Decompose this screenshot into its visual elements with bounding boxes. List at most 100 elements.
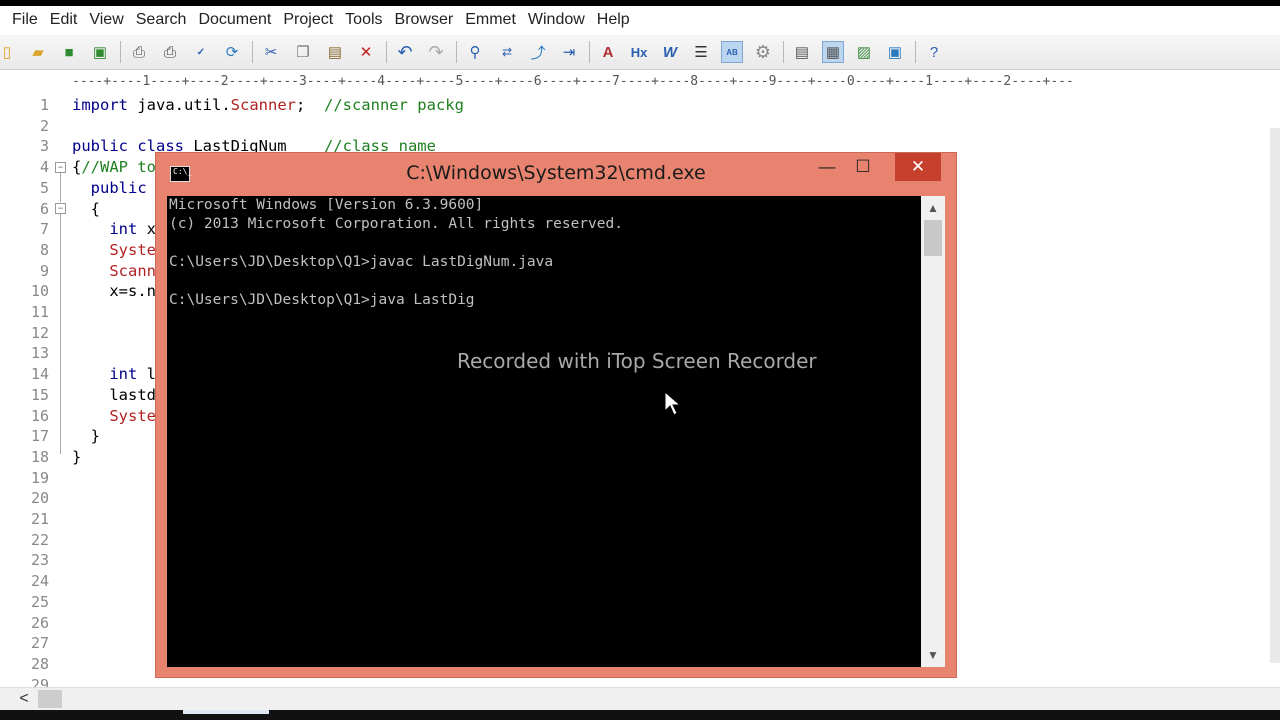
cmd-window[interactable]: C:\_ C:\Windows\System32\cmd.exe — ☐ ✕ M… bbox=[155, 152, 957, 678]
menu-edit[interactable]: Edit bbox=[44, 6, 84, 34]
code-line-1: import java.util.Scanner; //scanner pack… bbox=[72, 96, 464, 114]
toolbar-separator bbox=[915, 41, 916, 63]
line-number: 14 bbox=[30, 365, 49, 384]
cmd-title-bar[interactable]: C:\_ C:\Windows\System32\cmd.exe — ☐ ✕ bbox=[156, 153, 956, 197]
menu-help[interactable]: Help bbox=[591, 6, 636, 34]
hex-icon[interactable]: Hx bbox=[628, 41, 650, 63]
word-wrap-icon[interactable]: W bbox=[659, 41, 681, 63]
undo-icon[interactable]: ↶ bbox=[394, 41, 416, 63]
code-line-15: lastd bbox=[72, 385, 156, 404]
code-line-5: public bbox=[72, 178, 147, 197]
code-line-8: Syste bbox=[72, 240, 156, 259]
maximize-button[interactable]: ☐ bbox=[848, 153, 878, 181]
replace-icon[interactable]: ⇄ bbox=[496, 41, 518, 63]
menu-bar: File Edit View Search Document Project T… bbox=[0, 6, 1280, 34]
layout-icon[interactable]: ▦ bbox=[822, 41, 844, 63]
panel-icon[interactable]: ▤ bbox=[791, 41, 813, 63]
save-all-icon[interactable]: ▣ bbox=[89, 41, 111, 63]
toolbar-separator bbox=[589, 41, 590, 63]
spell-check-icon[interactable]: ✓ bbox=[190, 41, 212, 63]
line-number: 27 bbox=[30, 634, 49, 653]
column-mode-icon[interactable]: AB bbox=[721, 41, 743, 63]
line-number: 12 bbox=[30, 323, 49, 342]
menu-tools[interactable]: Tools bbox=[339, 6, 388, 34]
mouse-pointer-icon bbox=[664, 391, 682, 416]
scroll-down-icon[interactable]: ▼ bbox=[921, 645, 945, 665]
line-number: 6 bbox=[39, 199, 49, 218]
toolbar-separator bbox=[252, 41, 253, 63]
export-icon[interactable]: ▣ bbox=[884, 41, 906, 63]
paste-icon[interactable]: ▤ bbox=[324, 41, 346, 63]
cut-icon[interactable]: ✂ bbox=[260, 41, 282, 63]
line-number: 16 bbox=[30, 406, 49, 425]
line-number: 21 bbox=[30, 510, 49, 528]
line-number: 29 bbox=[30, 675, 49, 687]
line-number: 8 bbox=[39, 240, 49, 259]
line-number: 9 bbox=[39, 261, 49, 280]
close-button[interactable]: ✕ bbox=[895, 153, 941, 181]
fold-toggle-icon[interactable]: − bbox=[55, 162, 66, 173]
indent-icon[interactable]: ⇥ bbox=[558, 41, 580, 63]
menu-view[interactable]: View bbox=[83, 6, 129, 34]
code-line-4: {//WAP to bbox=[72, 158, 156, 177]
find-icon[interactable]: ⚲ bbox=[464, 41, 486, 63]
menu-emmet[interactable]: Emmet bbox=[459, 6, 522, 34]
line-number: 24 bbox=[30, 572, 49, 591]
line-number: 13 bbox=[30, 344, 49, 363]
print-preview-icon[interactable]: ⎙ bbox=[128, 41, 150, 63]
horizontal-scroll-thumb[interactable] bbox=[38, 690, 62, 708]
new-file-icon[interactable]: ▯ bbox=[0, 41, 18, 63]
code-line-17: } bbox=[72, 427, 100, 446]
image-icon[interactable]: ▨ bbox=[853, 41, 875, 63]
line-number: 25 bbox=[30, 592, 49, 611]
help-icon[interactable]: ? bbox=[923, 41, 945, 63]
font-icon[interactable]: A bbox=[597, 41, 619, 63]
menu-browser[interactable]: Browser bbox=[389, 6, 460, 34]
recorder-watermark: Recorded with iTop Screen Recorder bbox=[457, 349, 817, 373]
open-folder-icon[interactable]: ▰ bbox=[27, 41, 49, 63]
scroll-left-icon[interactable]: < bbox=[10, 688, 38, 710]
line-number: 15 bbox=[30, 385, 49, 404]
fold-guide bbox=[60, 173, 61, 202]
code-line-16: Syste bbox=[72, 406, 156, 425]
redo-icon[interactable]: ↷ bbox=[425, 41, 447, 63]
menu-search[interactable]: Search bbox=[130, 6, 193, 34]
align-icon[interactable]: ☰ bbox=[690, 41, 712, 63]
line-number: 11 bbox=[30, 303, 49, 321]
menu-file[interactable]: File bbox=[0, 6, 44, 34]
menu-window[interactable]: Window bbox=[522, 6, 591, 34]
copy-icon[interactable]: ❐ bbox=[292, 41, 314, 63]
minimize-button[interactable]: — bbox=[812, 153, 842, 181]
fold-guide bbox=[60, 214, 61, 454]
code-line-6: { bbox=[72, 199, 100, 218]
delete-icon[interactable]: ✕ bbox=[355, 41, 377, 63]
line-number: 2 bbox=[39, 116, 49, 135]
line-number: 22 bbox=[30, 530, 49, 549]
editor-vertical-scrollbar[interactable] bbox=[1270, 128, 1280, 663]
fold-toggle-icon[interactable]: − bbox=[55, 203, 66, 214]
code-line-10: x=s.n bbox=[72, 282, 156, 301]
console-line: (c) 2013 Microsoft Corporation. All righ… bbox=[169, 216, 623, 232]
bottom-tab-indicator bbox=[183, 710, 269, 714]
code-line-9: Scann bbox=[72, 261, 156, 280]
console-line: C:\Users\JD\Desktop\Q1>java LastDig bbox=[169, 292, 475, 308]
save-icon[interactable]: ■ bbox=[58, 41, 80, 63]
sync-icon[interactable]: ⟳ bbox=[221, 41, 243, 63]
toolbar-separator bbox=[386, 41, 387, 63]
cmd-console[interactable]: Microsoft Windows [Version 6.3.9600] (c)… bbox=[167, 196, 921, 667]
cmd-scroll-thumb[interactable] bbox=[924, 220, 942, 256]
line-number: 18 bbox=[30, 447, 49, 466]
line-number: 7 bbox=[39, 220, 49, 239]
editor-horizontal-scrollbar[interactable]: < bbox=[0, 687, 1280, 710]
toolbar: ▯ ▰ ■ ▣ ⎙ ⎙ ✓ ⟳ ✂ ❐ ▤ ✕ ↶ ↷ ⚲ ⇄ ⤴ ⇥ A Hx… bbox=[0, 35, 1280, 70]
code-line-18: } bbox=[72, 447, 82, 466]
scroll-up-icon[interactable]: ▲ bbox=[921, 198, 945, 218]
console-line: C:\Users\JD\Desktop\Q1>javac LastDigNum.… bbox=[169, 254, 554, 270]
goto-icon[interactable]: ⤴ bbox=[527, 41, 549, 63]
cmd-vertical-scrollbar[interactable]: ▲ ▼ bbox=[921, 196, 945, 667]
settings-icon[interactable]: ⚙ bbox=[752, 41, 774, 63]
menu-project[interactable]: Project bbox=[277, 6, 339, 34]
line-number: 28 bbox=[30, 654, 49, 673]
print-icon[interactable]: ⎙ bbox=[159, 41, 181, 63]
menu-document[interactable]: Document bbox=[192, 6, 277, 34]
